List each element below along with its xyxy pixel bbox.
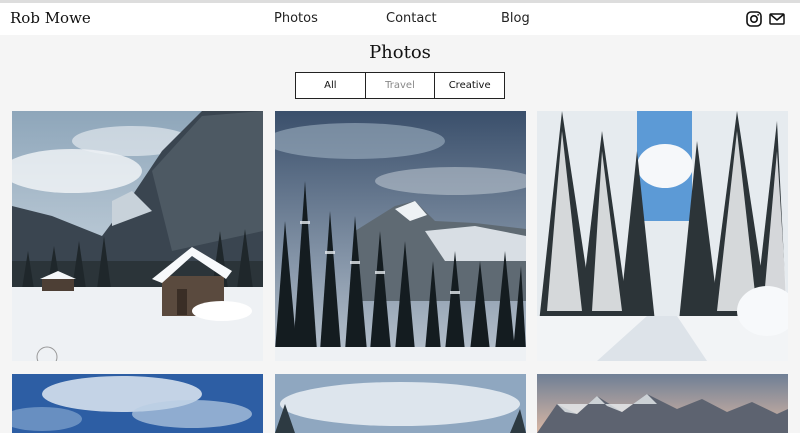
gallery-photo-blue-sky[interactable] bbox=[12, 374, 263, 433]
gallery-photo-snowy-cabin[interactable] bbox=[12, 111, 263, 361]
instagram-icon[interactable] bbox=[745, 10, 763, 28]
filter-bar: All Travel Creative bbox=[295, 72, 505, 99]
site-brand[interactable]: Rob Mowe bbox=[10, 9, 91, 27]
site-header: Rob Mowe Photos Contact Blog bbox=[0, 3, 800, 35]
nav-photos[interactable]: Photos bbox=[274, 11, 318, 26]
filter-travel[interactable]: Travel bbox=[364, 73, 435, 98]
filter-all[interactable]: All bbox=[296, 73, 365, 98]
gallery-photo-mountain-range[interactable] bbox=[537, 374, 788, 433]
gallery-photo-forest-path[interactable] bbox=[537, 111, 788, 361]
nav-contact[interactable]: Contact bbox=[386, 11, 437, 26]
gallery-photo-misty-mountain[interactable] bbox=[275, 374, 526, 433]
mail-icon[interactable] bbox=[768, 10, 786, 28]
nav-blog[interactable]: Blog bbox=[501, 11, 530, 26]
gallery-photo-snowy-firs[interactable] bbox=[275, 111, 526, 361]
filter-creative[interactable]: Creative bbox=[434, 73, 504, 98]
page-title: Photos bbox=[369, 42, 431, 63]
